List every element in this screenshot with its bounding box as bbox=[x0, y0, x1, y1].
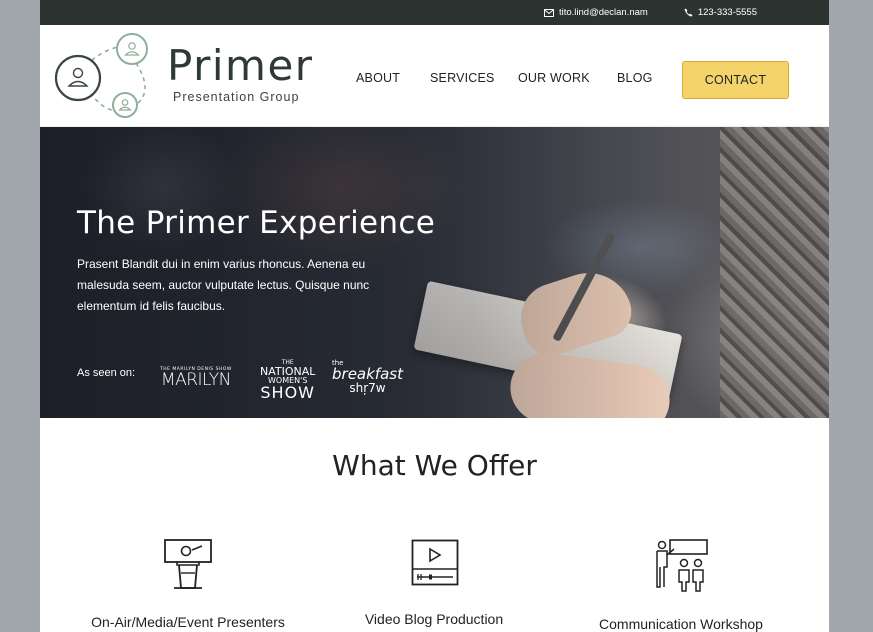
page: tito.lind@declan.nam 123-333-5555 Primer… bbox=[40, 0, 829, 632]
service-label-presenters[interactable]: On-Air/Media/Event Presenters bbox=[63, 614, 313, 630]
service-label-video-blog[interactable]: Video Blog Production bbox=[309, 611, 559, 627]
bf-logo-line: breakfast bbox=[332, 365, 403, 383]
envelope-icon bbox=[543, 8, 554, 17]
email-text: tito.lind@declan.nam bbox=[558, 7, 648, 18]
hero-text: Prasent Blandit dui in enim varius rhonc… bbox=[77, 257, 370, 313]
nav-item-services[interactable]: SERVICES bbox=[430, 71, 518, 85]
contact-button[interactable]: CONTACT bbox=[682, 61, 789, 99]
phone-icon bbox=[684, 8, 693, 17]
nav-item-blog[interactable]: BLOG bbox=[617, 71, 667, 85]
workshop-group-icon bbox=[656, 539, 708, 592]
bf-logo-line: shŗ7w bbox=[349, 381, 386, 395]
phone-link[interactable]: 123-333-5555 bbox=[684, 7, 757, 18]
seen-on-label: As seen on: bbox=[77, 367, 136, 379]
email-link[interactable]: tito.lind@declan.nam bbox=[543, 7, 648, 18]
hero-banner: The Primer Experience Prasent Blandit du… bbox=[40, 127, 829, 418]
presenter-podium-icon bbox=[164, 539, 212, 589]
marilyn-logo-big: MARILYN bbox=[160, 370, 231, 390]
marilyn-logo: THE MARILYN DENIS SHOW MARILYN bbox=[160, 367, 232, 389]
people-network-icon[interactable] bbox=[54, 31, 154, 119]
offer-title: What We Offer bbox=[332, 449, 537, 482]
nav-item-our-work[interactable]: OUR WORK bbox=[518, 71, 617, 85]
main-nav: ABOUT SERVICES OUR WORK BLOG bbox=[356, 71, 667, 85]
nav-item-about[interactable]: ABOUT bbox=[356, 71, 430, 85]
brand-tagline: Presentation Group bbox=[173, 90, 300, 104]
breakfast-show-logo: the breakfast shŗ7w bbox=[332, 360, 403, 395]
top-bar: tito.lind@declan.nam 123-333-5555 bbox=[40, 0, 829, 25]
hero-title: The Primer Experience bbox=[77, 205, 436, 241]
nws-logo-line: SHOW bbox=[260, 383, 315, 402]
brand-name[interactable]: Primer bbox=[167, 45, 314, 87]
service-label-workshop[interactable]: Communication Workshop bbox=[556, 616, 806, 632]
site-header: Primer Presentation Group ABOUT SERVICES… bbox=[40, 25, 829, 127]
video-player-icon bbox=[411, 539, 459, 586]
national-womens-show-logo: THE NATIONAL WOMEN'S SHOW bbox=[260, 360, 315, 401]
phone-text: 123-333-5555 bbox=[697, 7, 757, 18]
